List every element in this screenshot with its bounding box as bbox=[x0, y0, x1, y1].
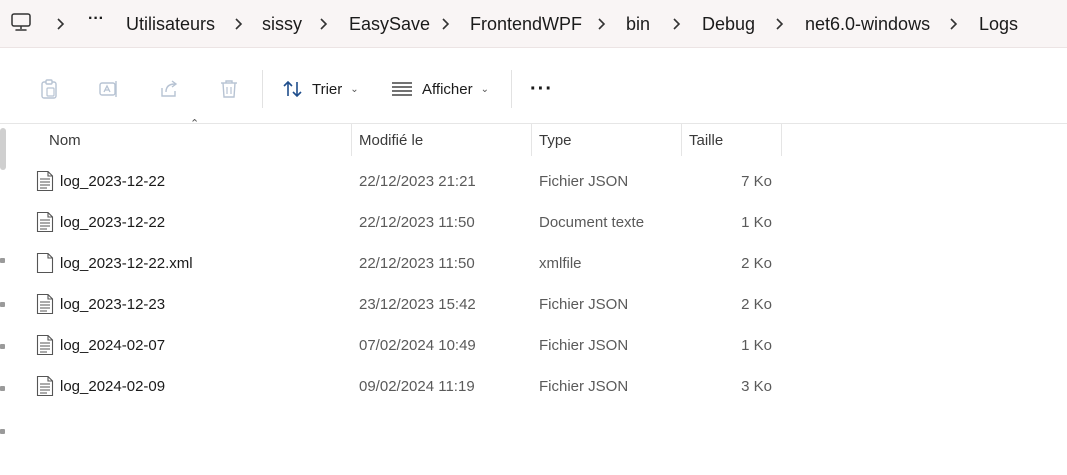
sort-icon bbox=[283, 80, 302, 98]
view-button[interactable]: Afficher ⌄ bbox=[391, 75, 489, 103]
view-label: Afficher bbox=[422, 80, 473, 98]
sort-button[interactable]: Trier ⌄ bbox=[282, 75, 359, 103]
sort-ascending-icon: ⌃ bbox=[190, 118, 200, 130]
file-row[interactable]: log_2023-12-22.xml 22/12/2023 11:50 xmlf… bbox=[0, 243, 1067, 284]
chevron-right-icon[interactable] bbox=[440, 12, 450, 36]
file-name: log_2023-12-22 bbox=[60, 173, 166, 190]
breadcrumb-item-debug[interactable]: Debug bbox=[702, 12, 755, 36]
text-file-icon bbox=[36, 170, 54, 192]
text-file-icon bbox=[36, 211, 54, 233]
chevron-down-icon: ⌄ bbox=[350, 83, 359, 95]
chevron-right-icon[interactable] bbox=[671, 12, 681, 36]
file-modified: 09/02/2024 11:19 bbox=[359, 378, 475, 395]
view-list-icon bbox=[392, 82, 412, 96]
toolbar-divider bbox=[262, 70, 263, 108]
breadcrumb-item-utilisateurs[interactable]: Utilisateurs bbox=[126, 12, 215, 36]
chevron-right-icon[interactable] bbox=[774, 12, 784, 36]
file-name: log_2024-02-09 bbox=[60, 378, 166, 395]
file-type: Fichier JSON bbox=[539, 378, 629, 395]
column-header-modified[interactable]: Modifié le bbox=[359, 124, 423, 156]
computer-icon[interactable] bbox=[10, 11, 32, 33]
nav-expand-icon[interactable] bbox=[0, 429, 5, 434]
text-file-icon bbox=[36, 293, 54, 315]
chevron-right-icon[interactable] bbox=[318, 12, 328, 36]
file-size: 2 Ko bbox=[741, 296, 772, 313]
sort-label: Trier bbox=[312, 80, 343, 98]
file-size: 2 Ko bbox=[741, 255, 772, 272]
file-type: Document texte bbox=[539, 214, 645, 231]
more-options-button[interactable]: ··· bbox=[530, 79, 553, 99]
file-row[interactable]: log_2024-02-09 09/02/2024 11:19 Fichier … bbox=[0, 366, 1067, 407]
column-divider[interactable] bbox=[681, 124, 682, 156]
breadcrumb-item-logs[interactable]: Logs bbox=[979, 12, 1018, 36]
breadcrumb-overflow-button[interactable]: ··· bbox=[88, 10, 104, 28]
file-modified: 23/12/2023 15:42 bbox=[359, 296, 476, 313]
share-icon[interactable] bbox=[158, 78, 180, 100]
trash-icon[interactable] bbox=[218, 78, 240, 100]
file-row[interactable]: log_2023-12-23 23/12/2023 15:42 Fichier … bbox=[0, 284, 1067, 325]
file-size: 1 Ko bbox=[741, 214, 772, 231]
breadcrumb-item-easysave[interactable]: EasySave bbox=[349, 12, 430, 36]
file-name: log_2023-12-22.xml bbox=[60, 255, 193, 272]
file-size: 1 Ko bbox=[741, 337, 772, 354]
column-divider[interactable] bbox=[781, 124, 782, 156]
chevron-right-icon[interactable] bbox=[596, 12, 606, 36]
file-modified: 22/12/2023 11:50 bbox=[359, 255, 475, 272]
file-type: Fichier JSON bbox=[539, 173, 629, 190]
file-modified: 07/02/2024 10:49 bbox=[359, 337, 476, 354]
chevron-right-icon[interactable] bbox=[948, 12, 958, 36]
file-type: Fichier JSON bbox=[539, 337, 629, 354]
column-divider[interactable] bbox=[351, 124, 352, 156]
paste-icon[interactable] bbox=[38, 78, 60, 100]
text-file-icon bbox=[36, 375, 54, 397]
column-header-type[interactable]: Type bbox=[539, 124, 572, 156]
toolbar-divider bbox=[511, 70, 512, 108]
file-type: Fichier JSON bbox=[539, 296, 629, 313]
file-modified: 22/12/2023 21:21 bbox=[359, 173, 476, 190]
breadcrumb-item-frontendwpf[interactable]: FrontendWPF bbox=[470, 12, 582, 36]
file-size: 3 Ko bbox=[741, 378, 772, 395]
command-bar: Trier ⌄ Afficher ⌄ ··· bbox=[0, 55, 1067, 124]
rename-icon[interactable] bbox=[98, 78, 120, 100]
file-row[interactable]: log_2023-12-22 22/12/2023 21:21 Fichier … bbox=[0, 161, 1067, 202]
blank-file-icon bbox=[36, 252, 54, 274]
column-header-size[interactable]: Taille bbox=[689, 124, 723, 156]
file-name: log_2023-12-23 bbox=[60, 296, 166, 313]
column-header-name[interactable]: Nom bbox=[49, 124, 81, 156]
breadcrumb-item-net6-windows[interactable]: net6.0-windows bbox=[805, 12, 930, 36]
breadcrumb-item-sissy[interactable]: sissy bbox=[262, 12, 302, 36]
file-size: 7 Ko bbox=[741, 173, 772, 190]
file-name: log_2023-12-22 bbox=[60, 214, 166, 231]
address-bar: ··· Utilisateurs sissy EasySave Frontend… bbox=[0, 0, 1067, 48]
chevron-right-icon[interactable] bbox=[233, 12, 243, 36]
column-divider[interactable] bbox=[531, 124, 532, 156]
breadcrumb-item-bin[interactable]: bin bbox=[626, 12, 650, 36]
file-name: log_2024-02-07 bbox=[60, 337, 166, 354]
text-file-icon bbox=[36, 334, 54, 356]
file-row[interactable]: log_2024-02-07 07/02/2024 10:49 Fichier … bbox=[0, 325, 1067, 366]
chevron-down-icon: ⌄ bbox=[480, 83, 489, 95]
file-type: xmlfile bbox=[539, 255, 582, 272]
file-modified: 22/12/2023 11:50 bbox=[359, 214, 475, 231]
chevron-right-icon[interactable] bbox=[55, 12, 65, 36]
file-row[interactable]: log_2023-12-22 22/12/2023 11:50 Document… bbox=[0, 202, 1067, 243]
